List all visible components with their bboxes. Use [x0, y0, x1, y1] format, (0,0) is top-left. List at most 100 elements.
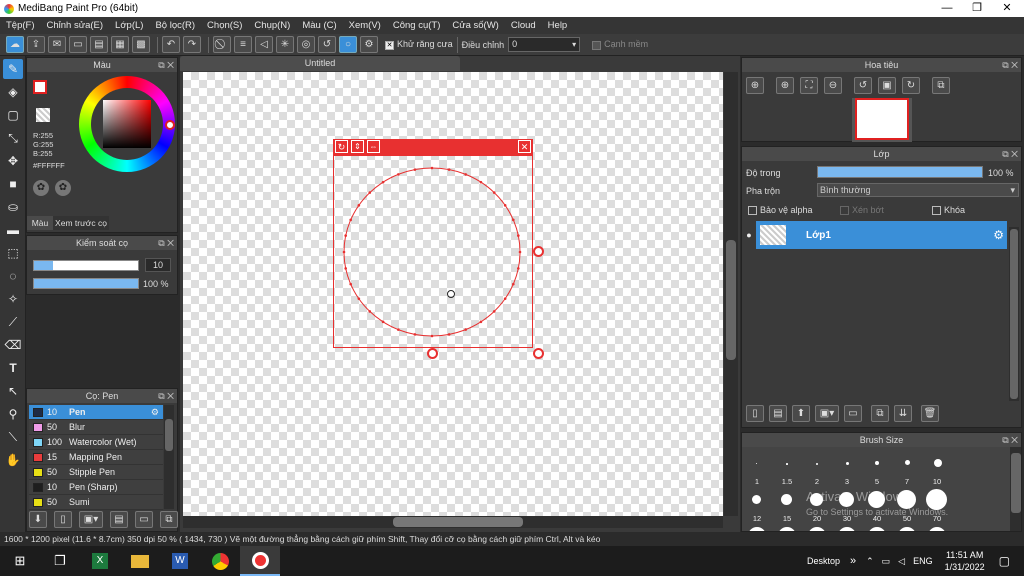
brush-size-option[interactable]: 2	[802, 477, 832, 486]
select-tool-icon[interactable]: ⬚	[3, 243, 23, 263]
protect-alpha-checkbox[interactable]	[748, 206, 757, 216]
minimize-button[interactable]: —	[932, 0, 962, 17]
brush-item[interactable]: 50 Blur	[29, 420, 163, 435]
correction-dropdown[interactable]: 0 ▾	[508, 37, 581, 52]
new-layer-icon[interactable]: ▯	[746, 405, 764, 422]
menu-filter[interactable]: Bộ lọc(R)	[149, 20, 201, 31]
rotate-icon[interactable]: ↻	[335, 140, 348, 153]
brush-size-option[interactable]: 15	[772, 514, 802, 523]
pen-tool-icon[interactable]: ✎	[3, 59, 23, 79]
flip-horizontal-icon[interactable]: ⇔	[367, 140, 380, 153]
scrollbar-thumb[interactable]	[165, 419, 173, 451]
menu-edit[interactable]: Chỉnh sửa(E)	[41, 20, 110, 31]
select-eraser-icon[interactable]: ⌫	[3, 335, 23, 355]
protect-alpha-option[interactable]: Bảo vệ alpha	[748, 205, 813, 216]
scrollbar-thumb[interactable]	[393, 517, 523, 527]
brush-size-option[interactable]: 1	[742, 477, 772, 486]
menu-layer[interactable]: Lớp(L)	[109, 20, 149, 31]
layer-folder-icon[interactable]: ▭	[844, 405, 862, 422]
soft-edge-toggle[interactable]: Cạnh mềm	[592, 39, 648, 50]
select-pen-icon[interactable]: ⟋	[3, 312, 23, 332]
color-mix-icon[interactable]: ✿	[55, 180, 71, 196]
fit-icon[interactable]: ⛶	[800, 77, 818, 94]
brush-size-option[interactable]: 5	[862, 477, 892, 486]
panel-close-icon[interactable]: ⧉ ✕	[1002, 58, 1018, 72]
brush-size-option[interactable]: 1.5	[772, 477, 802, 486]
brush-size-option[interactable]: 12	[742, 514, 772, 523]
scrollbar-thumb[interactable]	[1010, 229, 1018, 399]
brush-item[interactable]: 10 Pen ⚙	[29, 405, 163, 420]
canvas-vertical-scrollbar[interactable]	[724, 72, 738, 516]
operation-tool-icon[interactable]: ↖	[3, 381, 23, 401]
new-brush-icon[interactable]: ▯	[54, 511, 72, 528]
duplicate-icon[interactable]: ⧉	[160, 511, 178, 528]
menu-color[interactable]: Màu (C)	[296, 20, 342, 31]
rotate-left-icon[interactable]: ↺	[854, 77, 872, 94]
cloud-icon[interactable]: ☁	[6, 36, 24, 53]
perspective-snap-icon[interactable]: ◁	[255, 36, 273, 53]
curve-snap-icon[interactable]: ↺	[318, 36, 336, 53]
panel-close-icon[interactable]: ⧉ ✕	[1002, 147, 1018, 161]
menu-snap[interactable]: Chụp(N)	[248, 20, 296, 31]
brush-opacity-slider[interactable]	[33, 278, 139, 289]
flip-vertical-icon[interactable]: ⇕	[351, 140, 364, 153]
brush-size-option[interactable]: 7	[892, 477, 922, 486]
divide-tool-icon[interactable]: ⟍	[3, 427, 23, 447]
clipping-option[interactable]: Xén bớt	[840, 205, 884, 216]
radial-snap-icon[interactable]: ✳	[276, 36, 294, 53]
move-tool-icon[interactable]: ✥	[3, 151, 23, 171]
panel-close-icon[interactable]: ⧉ ✕	[158, 58, 174, 72]
panel-close-icon[interactable]: ⧉ ✕	[158, 389, 174, 403]
start-icon[interactable]: ⊞	[0, 546, 40, 576]
visibility-icon[interactable]: ●	[742, 230, 756, 240]
circle-snap-icon[interactable]: ○	[339, 36, 357, 53]
concentric-snap-icon[interactable]: ◎	[297, 36, 315, 53]
eraser-tool-icon[interactable]: ◈	[3, 82, 23, 102]
resize-handle-bottom[interactable]	[427, 348, 438, 359]
antialias-checkbox[interactable]: ✕	[385, 40, 394, 50]
magic-wand-icon[interactable]: ✧	[3, 289, 23, 309]
zoom-in-icon[interactable]: ⊕	[776, 77, 794, 94]
ruler-handle-bar[interactable]: ↻ ⇕ ⇔ ✕	[333, 139, 533, 156]
chrome-icon[interactable]	[200, 546, 240, 576]
gradient-tool-icon[interactable]: ▬	[3, 220, 23, 240]
add-brush-icon[interactable]: ▣▾	[79, 511, 103, 528]
layout-icon[interactable]: ▦	[111, 36, 129, 53]
layer-item-selected[interactable]: Lớp1 ⚙	[756, 221, 1007, 249]
tab-brush-preview[interactable]: Xem trước cọ	[53, 216, 109, 230]
tray-overflow-icon[interactable]: ⌃	[866, 556, 874, 567]
resize-handle-corner[interactable]	[533, 348, 544, 359]
taskbar-chevron[interactable]: »	[850, 555, 856, 567]
folder-icon[interactable]: ▭	[135, 511, 153, 528]
brush-item[interactable]: 50 Stipple Pen	[29, 465, 163, 480]
brush-doc-icon[interactable]: ▤	[110, 511, 128, 528]
medibang-taskbar-icon[interactable]	[240, 546, 280, 576]
panel-close-icon[interactable]: ⧉ ✕	[158, 236, 174, 250]
fill-tool-icon[interactable]: ⛀	[3, 197, 23, 217]
eyedropper-icon[interactable]: ⚲	[3, 404, 23, 424]
network-icon[interactable]: ▭	[882, 556, 891, 567]
merge-layer-icon[interactable]: ⇊	[894, 405, 912, 422]
share-icon[interactable]: ⇪	[27, 36, 45, 53]
gear-icon[interactable]: ⚙	[151, 407, 159, 418]
brush-size-scrollbar[interactable]	[1010, 447, 1021, 531]
text-tool-icon[interactable]: T	[3, 358, 23, 378]
menu-help[interactable]: Help	[542, 20, 574, 31]
scrollbar-thumb[interactable]	[726, 240, 736, 360]
hue-picker-handle[interactable]	[165, 120, 175, 130]
scrollbar-thumb[interactable]	[1011, 453, 1021, 513]
palette-icon[interactable]: ✿	[33, 180, 49, 196]
blend-mode-dropdown[interactable]: Bình thường ▾	[817, 183, 1019, 197]
rect-tool-icon[interactable]: ▢	[3, 105, 23, 125]
layer-row[interactable]: ● Lớp1 ⚙	[742, 221, 1007, 249]
document-icon[interactable]: ▤	[90, 36, 108, 53]
canvas-horizontal-scrollbar[interactable]	[183, 516, 723, 528]
delete-layer-icon[interactable]: 🗑	[921, 405, 939, 422]
shape-tool-icon[interactable]: ■	[3, 174, 23, 194]
lasso-tool-icon[interactable]: ◌	[3, 266, 23, 286]
dot-tool-icon[interactable]: ⤡	[3, 128, 23, 148]
excel-icon[interactable]: X	[80, 546, 120, 576]
layer-opacity-slider[interactable]	[817, 166, 983, 178]
notification-icon[interactable]: ▢	[999, 554, 1010, 568]
gear-icon[interactable]: ⚙	[993, 228, 1004, 242]
